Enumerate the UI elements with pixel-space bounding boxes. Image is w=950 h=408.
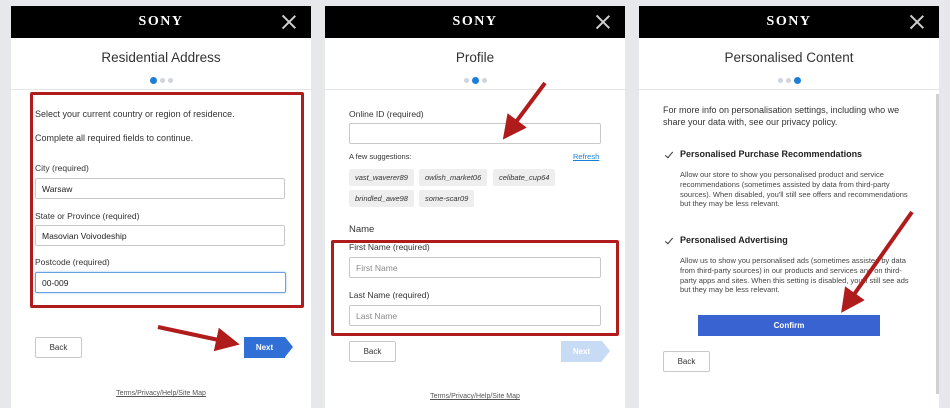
back-button[interactable]: Back bbox=[663, 351, 710, 372]
next-button-label: Next bbox=[572, 347, 591, 356]
page-title: Personalised Content bbox=[724, 50, 854, 65]
online-id-input[interactable] bbox=[349, 123, 601, 144]
suggestion-chip-4[interactable]: brindled_awe98 bbox=[349, 190, 414, 207]
checkmark-icon[interactable] bbox=[664, 236, 674, 246]
highlight-box-name bbox=[331, 240, 619, 336]
step-dot-2 bbox=[785, 78, 791, 83]
option-purchase-recommendations-title: Personalised Purchase Recommendations bbox=[680, 149, 863, 159]
next-button-label: Next bbox=[255, 343, 274, 352]
option-personalised-advertising-title: Personalised Advertising bbox=[680, 235, 788, 245]
header-bar: SONY bbox=[11, 6, 311, 38]
sony-logo: SONY bbox=[452, 14, 498, 29]
back-button[interactable]: Back bbox=[349, 341, 396, 362]
suggestion-chip-5[interactable]: some-scar09 bbox=[419, 190, 475, 207]
option-personalised-advertising-desc: Allow us to show you personalised ads (s… bbox=[680, 256, 909, 295]
close-icon[interactable] bbox=[909, 14, 925, 30]
page-title: Residential Address bbox=[101, 50, 221, 65]
divider bbox=[11, 89, 311, 90]
step-dot-1 bbox=[777, 78, 783, 83]
step-indicator bbox=[325, 77, 625, 84]
header-bar: SONY bbox=[325, 6, 625, 38]
next-button-disabled[interactable]: Next bbox=[561, 341, 610, 362]
footer-links[interactable]: Terms/Privacy/Help/Site Map bbox=[325, 393, 625, 400]
sony-logo: SONY bbox=[766, 14, 812, 29]
step-dot-1 bbox=[463, 78, 469, 83]
residential-address-panel: SONY Residential Address Select your cur… bbox=[11, 6, 311, 408]
footer-links[interactable]: Terms/Privacy/Help/Site Map bbox=[11, 390, 311, 397]
highlight-box-address bbox=[30, 92, 304, 308]
header-bar: SONY bbox=[639, 6, 939, 38]
privacy-intro-text: For more info on personalisation setting… bbox=[663, 105, 900, 127]
step-indicator bbox=[639, 77, 939, 84]
close-icon[interactable] bbox=[281, 14, 297, 30]
sony-logo: SONY bbox=[138, 14, 184, 29]
back-button[interactable]: Back bbox=[35, 337, 82, 358]
step-dot-1 bbox=[149, 77, 157, 84]
next-button[interactable]: Next bbox=[244, 337, 293, 358]
suggestion-chip-3[interactable]: celibate_cup64 bbox=[493, 169, 556, 186]
suggestion-chip-2[interactable]: owlish_market06 bbox=[419, 169, 488, 186]
step-indicator bbox=[11, 77, 311, 84]
step-dot-2 bbox=[159, 78, 165, 83]
step-dot-3 bbox=[167, 78, 173, 83]
profile-panel: SONY Profile Online ID (required) A few … bbox=[325, 6, 625, 408]
suggestions-label: A few suggestions: bbox=[349, 152, 412, 161]
step-dot-2 bbox=[471, 77, 479, 84]
checkmark-icon[interactable] bbox=[664, 150, 674, 160]
confirm-button[interactable]: Confirm bbox=[698, 315, 880, 336]
step-dot-3 bbox=[793, 77, 801, 84]
page-title: Profile bbox=[455, 50, 495, 65]
personalised-content-panel: SONY Personalised Content For more info … bbox=[639, 6, 939, 408]
name-heading: Name bbox=[349, 224, 375, 235]
divider bbox=[325, 89, 625, 90]
refresh-link[interactable]: Refresh bbox=[573, 152, 599, 161]
option-purchase-recommendations-desc: Allow our store to show you personalised… bbox=[680, 170, 908, 209]
step-dot-3 bbox=[481, 78, 487, 83]
scrollbar[interactable] bbox=[936, 94, 939, 394]
close-icon[interactable] bbox=[595, 14, 611, 30]
divider bbox=[639, 89, 939, 90]
online-id-label: Online ID (required) bbox=[349, 109, 424, 119]
suggestion-chip-1[interactable]: vast_waverer89 bbox=[349, 169, 414, 186]
